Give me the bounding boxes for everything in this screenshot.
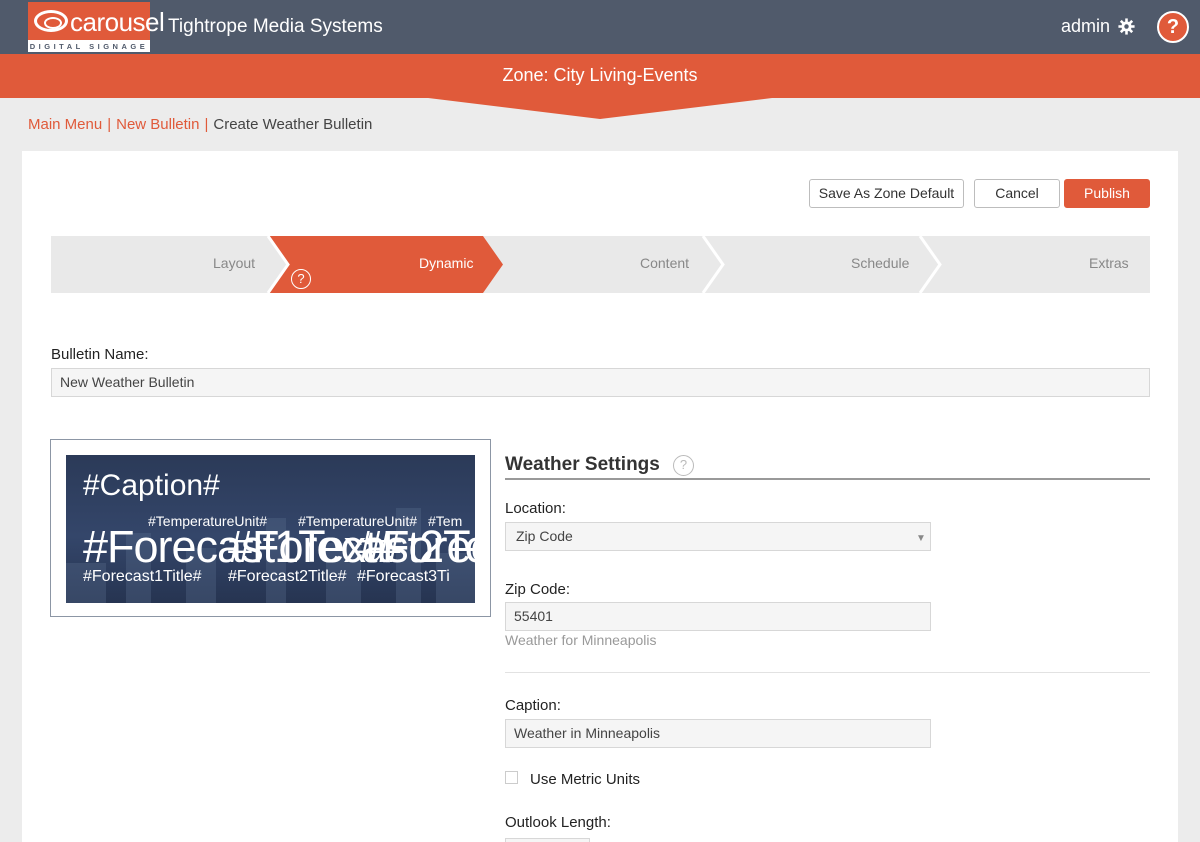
location-label: Location: (505, 500, 566, 517)
outlook-length-label: Outlook Length: (505, 814, 611, 831)
tab-dynamic[interactable]: Dynamic (419, 255, 473, 271)
carousel-logo[interactable]: carousel DIGITAL SIGNAGE (28, 2, 165, 52)
save-as-zone-default-button[interactable]: Save As Zone Default (809, 179, 964, 208)
caption-label: Caption: (505, 697, 561, 714)
wizard-steps: Layout Dynamic Content Schedule Extras ? (51, 236, 1150, 293)
company-name: Tightrope Media Systems (168, 16, 383, 37)
weather-settings-rule (505, 478, 1150, 480)
tab-extras[interactable]: Extras (1089, 255, 1129, 271)
preview-forecast-title: #Forecast3Ti (357, 568, 450, 585)
zip-code-input[interactable]: 55401 (505, 602, 931, 631)
weather-help-icon[interactable]: ? (673, 455, 694, 476)
bulletin-name-label: Bulletin Name: (51, 346, 149, 363)
zone-title: Zone: City Living-Events (502, 65, 698, 85)
zip-code-hint: Weather for Minneapolis (505, 632, 657, 648)
breadcrumb-separator: | (204, 116, 209, 133)
zip-code-label: Zip Code: (505, 581, 571, 598)
outlook-length-select[interactable] (505, 838, 590, 842)
preview-caption: #Caption# (83, 469, 220, 502)
cancel-button[interactable]: Cancel (974, 179, 1060, 208)
breadcrumb-new-bulletin[interactable]: New Bulletin (116, 116, 199, 133)
dropdown-arrow-icon: ▼ (916, 533, 926, 544)
bulletin-name-input[interactable]: New Weather Bulletin (51, 368, 1150, 397)
breadcrumb-current: Create Weather Bulletin (213, 116, 373, 133)
top-bar: carousel DIGITAL SIGNAGE Tightrope Media… (0, 0, 1200, 54)
user-menu[interactable]: admin (1061, 16, 1110, 37)
zone-bar: Zone: City Living-Events (0, 54, 1200, 98)
preview-forecast-text: #Forecast3Text# (358, 521, 475, 572)
metric-units-label[interactable]: Use Metric Units (530, 771, 640, 788)
tab-layout[interactable]: Layout (213, 255, 255, 271)
breadcrumb-separator: | (107, 116, 112, 133)
zone-bar-pointer (420, 97, 780, 119)
step-help-icon[interactable]: ? (291, 269, 311, 289)
logo-banner: carousel (28, 2, 165, 40)
caption-input[interactable]: Weather in Minneapolis (505, 719, 931, 748)
tab-content[interactable]: Content (640, 255, 689, 271)
breadcrumb-main-menu[interactable]: Main Menu (28, 116, 102, 133)
location-select[interactable]: Zip Code (505, 522, 931, 551)
swirl-icon (34, 10, 68, 32)
metric-units-checkbox[interactable] (505, 771, 518, 784)
bulletin-preview: #Caption# #TemperatureUnit# #Temperature… (66, 455, 475, 603)
logo-subtext: DIGITAL SIGNAGE (29, 42, 149, 51)
help-icon[interactable]: ? (1157, 11, 1189, 43)
gear-icon[interactable] (1118, 18, 1135, 35)
publish-button[interactable]: Publish (1064, 179, 1150, 208)
weather-settings-title: Weather Settings (505, 454, 660, 475)
preview-forecast-title: #Forecast2Title# (228, 568, 347, 585)
tab-schedule[interactable]: Schedule (851, 255, 909, 271)
breadcrumb: Main Menu | New Bulletin | Create Weather Bu… (28, 116, 372, 133)
section-divider (505, 672, 1150, 673)
preview-forecast-title: #Forecast1Title# (83, 568, 202, 585)
logo-text: carousel (70, 7, 165, 37)
